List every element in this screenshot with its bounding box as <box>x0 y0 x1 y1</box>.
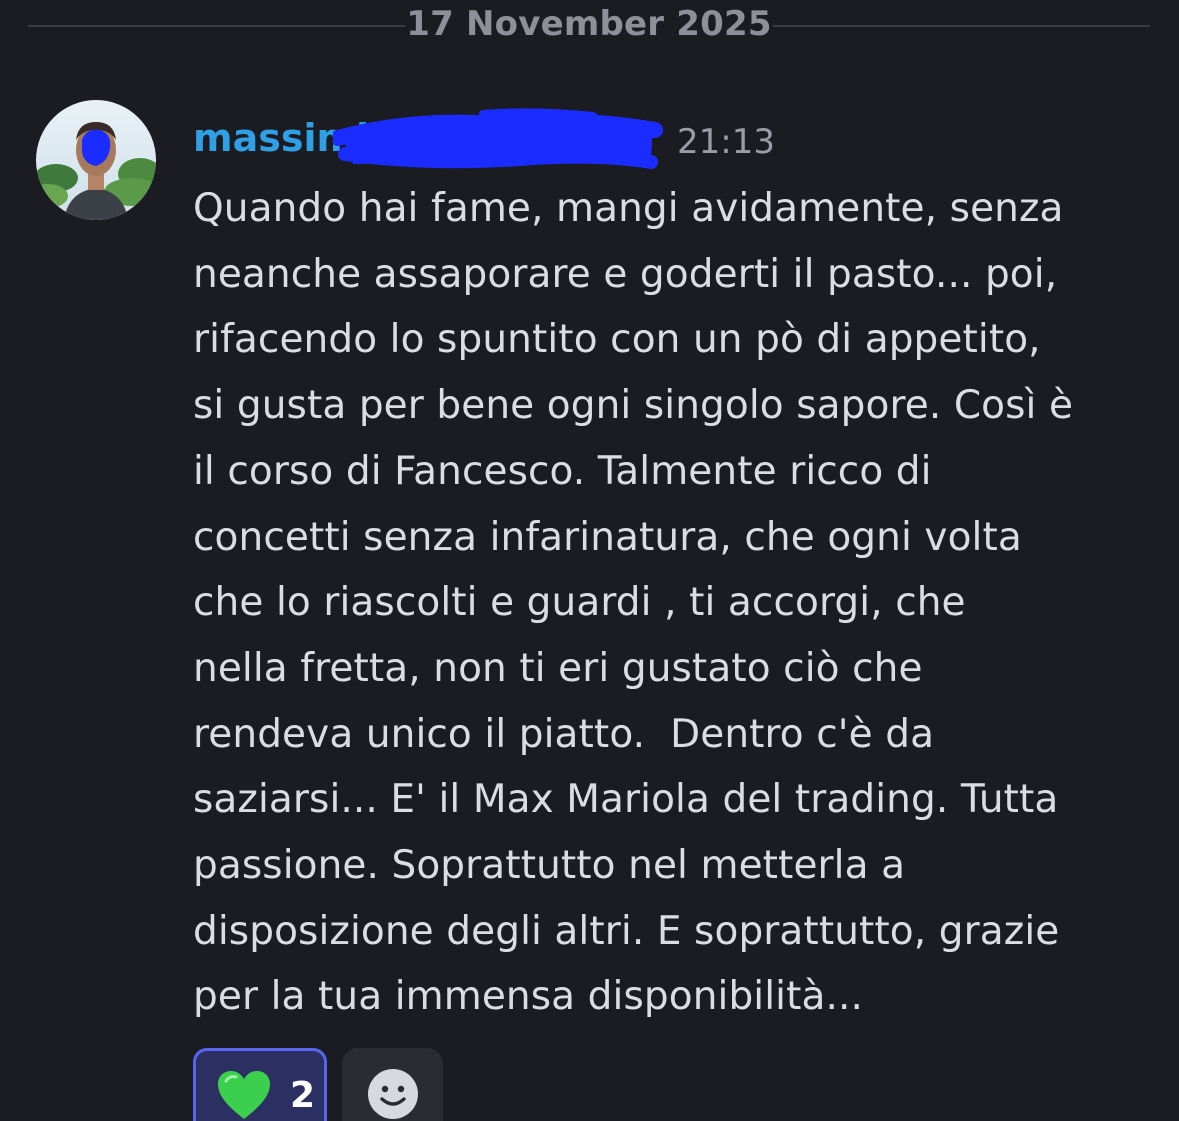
redaction-scribble <box>333 108 663 169</box>
message-line: nella fretta, non ti eri gustato ciò che <box>193 645 923 691</box>
message-timestamp: 21:13 <box>677 122 775 162</box>
message-line: neanche assaporare e goderti il pasto...… <box>193 251 1058 297</box>
message-line: il corso di Fancesco. Talmente ricco di <box>193 448 932 494</box>
divider-line-left <box>28 25 405 27</box>
divider-line-right <box>773 25 1150 27</box>
date-divider: 17 November 2025 <box>28 0 1150 52</box>
date-label: 17 November 2025 <box>406 4 772 44</box>
message-line: che lo riascolti e guardi , ti accorgi, … <box>193 580 966 626</box>
add-reaction-button[interactable] <box>342 1048 443 1121</box>
message-header: massimili 21:13 <box>193 108 953 169</box>
message-line: si gusta per bene ogni singolo sapore. C… <box>193 383 1074 429</box>
message-line: saziarsi... E' il Max Mariola del tradin… <box>193 777 1059 823</box>
chat-view: 17 November 2025 massimili 21:13 Quando … <box>0 0 1179 1121</box>
avatar-image <box>36 100 156 220</box>
avatar[interactable] <box>36 100 156 220</box>
message-line: passione. Soprattutto nel metterla a <box>193 843 906 889</box>
message-line: per la tua immensa disponibilità... <box>193 974 863 1020</box>
message-content: Quando hai fame, mangi avidamente, senza… <box>193 176 1153 1030</box>
smiley-icon <box>368 1069 418 1119</box>
green-heart-icon <box>218 1071 270 1119</box>
message-line: disposizione degli altri. E soprattutto,… <box>193 908 1060 954</box>
reaction-count: 2 <box>290 1075 316 1116</box>
message-line: rendeva unico il piatto. Dentro c'è da <box>193 711 935 757</box>
reaction-green-heart[interactable]: 2 <box>193 1048 327 1121</box>
message-line: concetti senza infarinatura, che ogni vo… <box>193 514 1022 560</box>
message-line: Quando hai fame, mangi avidamente, senza <box>193 186 1064 231</box>
message-line: rifacendo lo spuntito con un pò di appet… <box>193 317 1041 363</box>
